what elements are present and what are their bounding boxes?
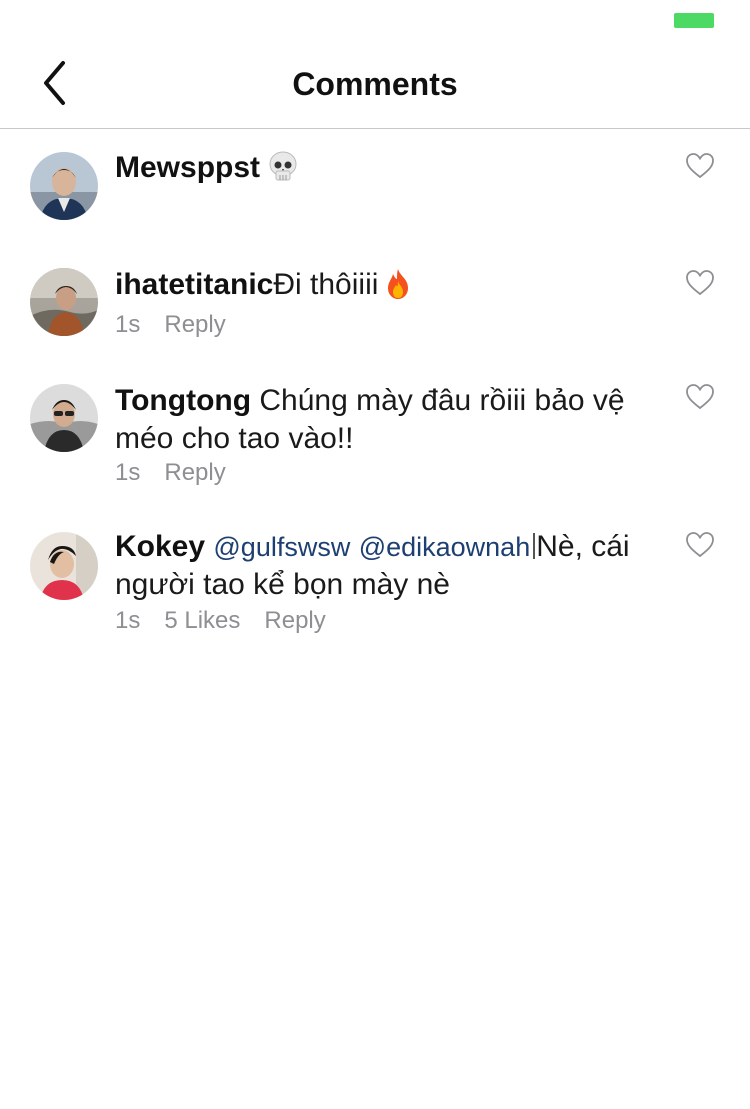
comment-username[interactable]: Kokey — [115, 530, 205, 563]
avatar-image — [30, 532, 98, 600]
like-button[interactable] — [685, 268, 715, 298]
comment-time: 1s — [115, 311, 141, 338]
mention-link[interactable]: @gulfswsw — [213, 532, 350, 562]
comment-username[interactable]: Tongtong — [115, 384, 251, 417]
battery-icon — [674, 13, 714, 28]
fire-emoji-icon — [384, 268, 412, 310]
comment-username[interactable]: ihatetitanic — [115, 268, 273, 301]
avatar[interactable] — [30, 152, 98, 220]
skull-emoji-icon — [268, 151, 298, 193]
comment-body: Tongtong Chúng mày đâu rồiii bảo vệ méo … — [115, 382, 675, 458]
avatar[interactable] — [30, 268, 98, 336]
avatar-image — [30, 152, 98, 220]
comment-meta: 1s 5 Likes Reply — [115, 606, 350, 636]
avatar[interactable] — [30, 532, 98, 600]
reply-button[interactable]: Reply — [264, 607, 325, 634]
avatar-image — [30, 384, 98, 452]
heart-icon — [686, 532, 714, 558]
comment-body: ihatetitanicĐi thôiiii — [115, 266, 670, 310]
like-button[interactable] — [685, 151, 715, 181]
nav-bar: Comments — [0, 44, 750, 129]
like-button[interactable] — [685, 382, 715, 412]
avatar[interactable] — [30, 384, 98, 452]
comment-text: Đi thôiiii — [273, 268, 379, 301]
comment-time: 1s — [115, 607, 141, 634]
comment-time: 1s — [115, 459, 141, 486]
heart-icon — [686, 384, 714, 410]
comment-body: Kokey @gulfswsw @edikaownah Nè, cái người… — [115, 528, 675, 604]
comment-meta: 1s Reply — [115, 310, 250, 340]
comment-username[interactable]: Mewsppst — [115, 151, 260, 184]
mention-link[interactable]: @edikaownah — [359, 532, 531, 562]
heart-icon — [686, 153, 714, 179]
page-title: Comments — [292, 66, 458, 102]
status-bar — [0, 0, 750, 44]
like-button[interactable] — [685, 530, 715, 560]
comment-body: Mewsppst — [115, 149, 670, 193]
reply-button[interactable]: Reply — [164, 459, 225, 486]
reply-button[interactable]: Reply — [164, 311, 225, 338]
comment-likes[interactable]: 5 Likes — [164, 607, 240, 634]
avatar-image — [30, 268, 98, 336]
heart-icon — [686, 270, 714, 296]
text-cursor — [533, 533, 536, 559]
comment-meta: 1s Reply — [115, 458, 250, 488]
